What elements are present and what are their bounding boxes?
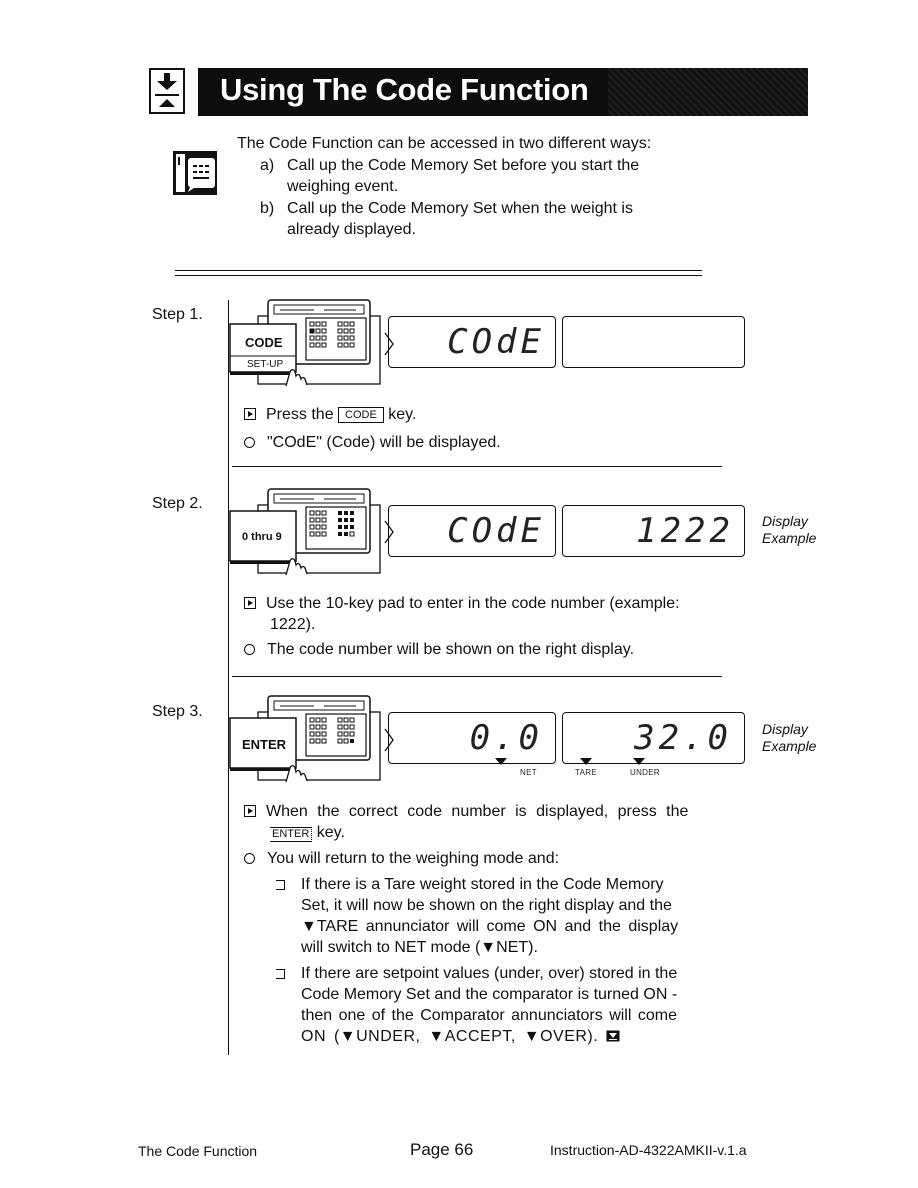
- left-display-readout: COdE: [447, 511, 545, 551]
- divider-bottom: [175, 275, 702, 276]
- right-display-readout: 32.0: [634, 718, 732, 758]
- sub-item-1-line4: will switch to NET mode (▼NET).: [301, 939, 538, 956]
- net-annunciator-label: NET: [520, 768, 537, 777]
- display-example-note: Display Example: [762, 721, 817, 754]
- action-bullet-icon: [244, 408, 256, 420]
- left-display: COdE: [388, 316, 556, 368]
- step-1-result: "COdE" (Code) will be displayed.: [244, 432, 501, 453]
- action-bullet-icon: [244, 597, 256, 609]
- net-annunciator-icon: [495, 758, 507, 765]
- step-3-result: You will return to the weighing mode and…: [244, 848, 559, 869]
- option-b-line1: Call up the Code Memory Set when the wei…: [287, 200, 633, 217]
- right-display: 1222: [562, 505, 745, 557]
- sub-item-1-line3: ▼TARE annunciator will come ON and the d…: [301, 918, 679, 935]
- step-2-action-cont: 1222).: [270, 616, 316, 633]
- intro-lead: The Code Function can be accessed in two…: [237, 135, 652, 152]
- sub-item-1-line1: If there is a Tare weight stored in the …: [301, 876, 664, 893]
- sub-item-2-line2: Code Memory Set and the comparator is tu…: [301, 986, 678, 1003]
- setup-key-label: SET-UP: [247, 359, 284, 370]
- result-bullet-icon: [244, 853, 255, 864]
- sub-bullet-icon: [276, 880, 285, 890]
- option-a-line1: Call up the Code Memory Set before you s…: [287, 157, 640, 174]
- sub-item-2-line4: ON (▼UNDER, ▼ACCEPT, ▼OVER).: [301, 1026, 620, 1047]
- right-display: 32.0: [562, 712, 745, 765]
- down-up-arrows-icon: [149, 68, 185, 114]
- code-key-label: CODE: [245, 335, 283, 350]
- option-b-line2: already displayed.: [287, 221, 416, 238]
- step-guide-line: [228, 300, 229, 1055]
- under-annunciator-icon: [633, 758, 645, 765]
- sub-item-2-line3: then one of the Comparator annunciators …: [301, 1007, 677, 1024]
- sub-bullet-icon: [276, 969, 285, 979]
- step-3-action: When the correct code number is displaye…: [244, 801, 729, 822]
- option-b-marker: b): [260, 200, 275, 217]
- tare-annunciator-icon: [580, 758, 592, 765]
- section-end-icon: [606, 1030, 620, 1042]
- page-title: Using The Code Function: [220, 72, 589, 107]
- sub-item-1-line2: Set, it will now be shown on the right d…: [301, 897, 672, 914]
- left-display-readout: COdE: [447, 322, 545, 362]
- step-1-label: Step 1.: [152, 306, 203, 323]
- step-3-label: Step 3.: [152, 703, 203, 720]
- result-bullet-icon: [244, 644, 255, 655]
- option-a-line2: weighing event.: [287, 178, 399, 195]
- step-1-action: Press the CODE key.: [244, 404, 416, 425]
- left-display: COdE: [388, 505, 556, 557]
- digit-keys-label: 0 thru 9: [242, 531, 282, 543]
- result-bullet-icon: [244, 437, 255, 448]
- enter-key-label: ENTER: [242, 737, 287, 752]
- step-2-label: Step 2.: [152, 495, 203, 512]
- right-display: [562, 316, 745, 368]
- display-example-note: Display Example: [762, 513, 817, 546]
- step-divider: [232, 676, 722, 677]
- enter-keycap: ENTER: [270, 827, 313, 842]
- under-annunciator-label: UNDER: [630, 768, 660, 777]
- code-keycap: CODE: [338, 407, 384, 423]
- footer-page-number: Page 66: [410, 1140, 474, 1159]
- tare-annunciator-label: TARE: [575, 768, 597, 777]
- action-bullet-icon: [244, 805, 256, 817]
- left-display: 0.0: [388, 712, 556, 765]
- divider-top: [175, 270, 702, 271]
- footer-doc-id: Instruction-AD-4322AMKII-v.1.a: [550, 1142, 747, 1158]
- option-a-marker: a): [260, 157, 275, 174]
- speech-bubble-note-icon: [170, 148, 220, 198]
- step-2-action: Use the 10-key pad to enter in the code …: [244, 593, 680, 614]
- sub-item-2-line1: If there are setpoint values (under, ove…: [301, 965, 678, 982]
- left-display-readout: 0.0: [469, 718, 543, 758]
- step-2-result: The code number will be shown on the rig…: [244, 639, 634, 660]
- step-divider: [232, 466, 722, 467]
- step-3-action-cont: ENTER key.: [270, 824, 345, 842]
- right-display-readout: 1222: [636, 511, 734, 551]
- footer-section: The Code Function: [138, 1143, 258, 1159]
